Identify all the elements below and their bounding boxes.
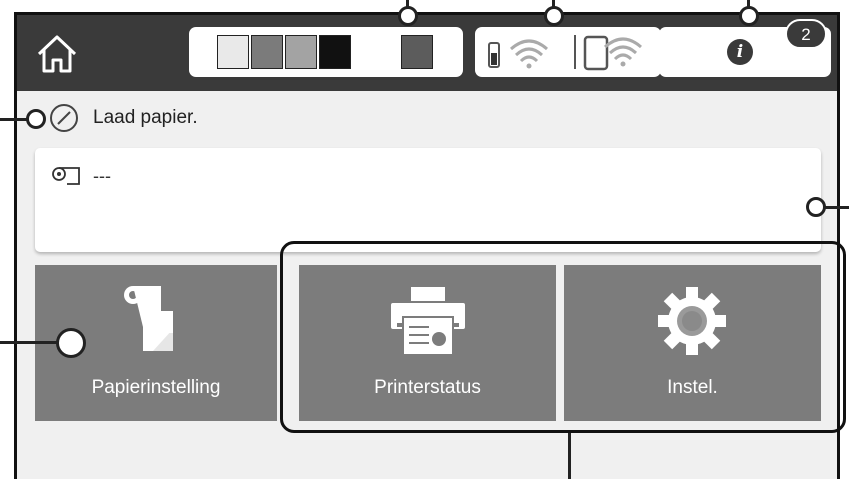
callout-marker: [56, 328, 86, 358]
paper-info-text: ---: [93, 166, 111, 186]
wifi-direct-icon: [583, 35, 642, 71]
ink-slot: [319, 35, 351, 69]
callout-bracket: [280, 241, 846, 433]
callout-marker: [739, 6, 759, 26]
callout-line: [0, 341, 60, 344]
callout-line: [568, 433, 571, 479]
ink-slot: [285, 35, 317, 69]
ink-slot: [251, 35, 283, 69]
notification-badge: 2: [785, 19, 827, 49]
ink-levels-button[interactable]: [189, 27, 463, 77]
gauge-icon: [50, 104, 78, 132]
status-bar: i 2: [17, 15, 837, 91]
paper-info-panel[interactable]: ---: [35, 148, 821, 252]
tile-label: Papierinstelling: [91, 377, 221, 398]
callout-marker: [26, 109, 46, 129]
information-button[interactable]: i 2: [659, 19, 831, 77]
paper-roll-icon: [52, 167, 80, 185]
ink-slot: [401, 35, 433, 69]
home-button[interactable]: [27, 27, 87, 79]
callout-marker: [398, 6, 418, 26]
callout-marker: [544, 6, 564, 26]
ink-slot: [353, 35, 385, 69]
info-icon: i: [727, 39, 753, 65]
home-icon: [37, 35, 77, 73]
ink-slot: [217, 35, 249, 69]
wifi-icon: [488, 39, 548, 69]
status-message-text: Laad papier.: [93, 107, 198, 128]
callout-marker: [806, 197, 826, 217]
network-status-button[interactable]: [475, 27, 661, 77]
paper-setting-icon: [124, 286, 173, 351]
network-divider: [574, 35, 576, 69]
